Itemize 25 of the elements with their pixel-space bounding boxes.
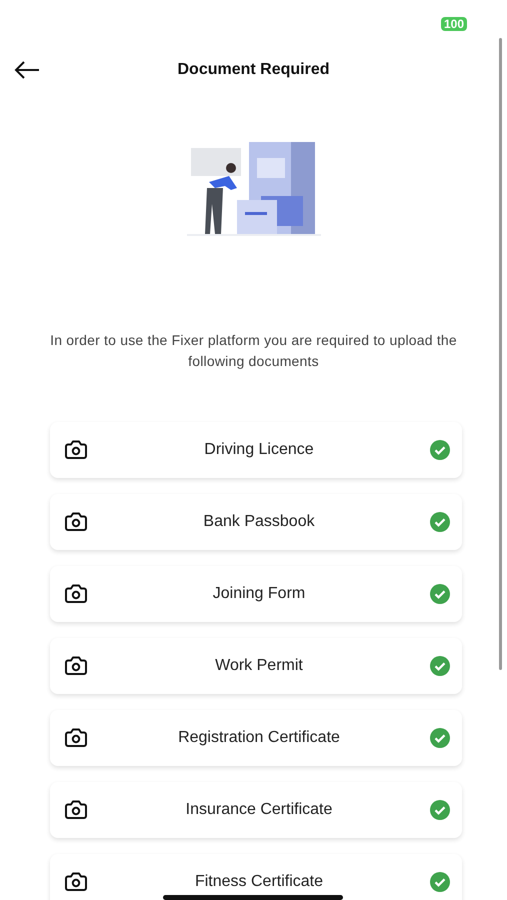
intro-text: In order to use the Fixer platform you are required to upload the following documents bbox=[49, 331, 458, 371]
document-label: Driving Licence bbox=[203, 440, 315, 460]
back-arrow-icon[interactable] bbox=[14, 61, 40, 79]
camera-icon bbox=[64, 872, 88, 892]
document-row[interactable]: Driving Licence bbox=[50, 422, 462, 478]
document-row[interactable]: Work Permit bbox=[50, 638, 462, 694]
document-label: Work Permit bbox=[214, 656, 304, 676]
camera-icon bbox=[64, 728, 88, 748]
camera-icon bbox=[64, 440, 88, 460]
camera-icon bbox=[64, 584, 88, 604]
document-row[interactable]: Bank Passbook bbox=[50, 494, 462, 550]
camera-icon bbox=[64, 512, 88, 532]
document-label: Bank Passbook bbox=[202, 512, 316, 532]
document-label: Joining Form bbox=[212, 584, 306, 604]
document-label: Registration Certificate bbox=[177, 728, 341, 748]
document-label: Fitness Certificate bbox=[194, 872, 324, 892]
battery-indicator: 100 bbox=[440, 17, 467, 31]
screen-title: Document Required bbox=[178, 60, 330, 80]
document-row[interactable]: Joining Form bbox=[50, 566, 462, 622]
camera-icon bbox=[64, 800, 88, 820]
camera-icon bbox=[64, 656, 88, 676]
document-row[interactable]: Fitness Certificate bbox=[50, 854, 462, 900]
document-row[interactable]: Insurance Certificate bbox=[50, 782, 462, 838]
document-row[interactable]: Registration Certificate bbox=[50, 710, 462, 766]
document-label: Insurance Certificate bbox=[184, 800, 334, 820]
